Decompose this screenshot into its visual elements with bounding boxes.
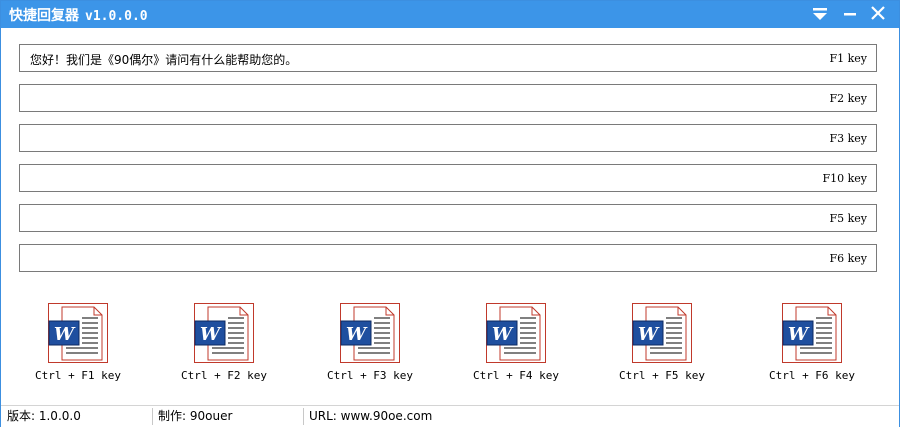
status-author: 制作: 90ouer [158, 409, 233, 423]
minimize-button[interactable] [839, 4, 861, 24]
svg-text:W: W [346, 324, 368, 345]
word-document-icon: W [486, 303, 546, 363]
svg-text:W: W [492, 324, 514, 345]
dropdown-menu-icon [813, 8, 827, 20]
svg-text:W: W [788, 324, 810, 345]
reply-field-f10[interactable]: F10 key [19, 164, 877, 192]
hotkey-label: F10 key [822, 172, 867, 185]
svg-text:W: W [200, 324, 222, 345]
reply-field-f6[interactable]: F6 key [19, 244, 877, 272]
svg-text:W: W [638, 324, 660, 345]
word-document-icon: W [340, 303, 400, 363]
app-version: v1.0.0.0 [85, 9, 148, 24]
status-divider [152, 408, 153, 425]
shortcut-ctrl-f3[interactable]: W Ctrl + F3 key [320, 301, 420, 391]
svg-text:W: W [54, 324, 76, 345]
reply-field-f2[interactable]: F2 key [19, 84, 877, 112]
status-version: 版本: 1.0.0.0 [7, 409, 81, 423]
window-title: 快捷回复器 v1.0.0.0 [9, 5, 148, 25]
reply-field-f5[interactable]: F5 key [19, 204, 877, 232]
reply-text: 您好！我们是《90偶尔》请问有什么能帮助您的。 [30, 53, 298, 67]
status-url[interactable]: URL: www.90oe.com [309, 406, 432, 427]
close-icon [871, 6, 885, 20]
status-divider [303, 408, 304, 425]
shortcut-label: Ctrl + F3 key [326, 369, 414, 382]
app-window: 快捷回复器 v1.0.0.0 您好！我们是《90偶尔》请问有什么能帮助您的。 F1… [0, 0, 900, 427]
shortcut-label: Ctrl + F1 key [34, 369, 122, 382]
hotkey-label: F1 key [829, 52, 867, 65]
word-document-icon: W [194, 303, 254, 363]
reply-field-f3[interactable]: F3 key [19, 124, 877, 152]
title-bar[interactable]: 快捷回复器 v1.0.0.0 [1, 1, 899, 28]
shortcut-label: Ctrl + F2 key [180, 369, 268, 382]
shortcut-ctrl-f5[interactable]: W Ctrl + F5 key [612, 301, 712, 391]
hotkey-label: F3 key [829, 132, 867, 145]
shortcut-label: Ctrl + F4 key [472, 369, 560, 382]
close-button[interactable] [867, 4, 889, 24]
hotkey-label: F6 key [829, 252, 867, 265]
shortcut-ctrl-f1[interactable]: W Ctrl + F1 key [28, 301, 128, 391]
word-document-icon: W [782, 303, 842, 363]
dropdown-menu-button[interactable] [809, 4, 831, 24]
status-bar: 版本: 1.0.0.0 制作: 90ouer URL: www.90oe.com [1, 405, 899, 427]
shortcut-label: Ctrl + F6 key [768, 369, 856, 382]
minimize-icon [844, 13, 856, 16]
reply-field-f1[interactable]: 您好！我们是《90偶尔》请问有什么能帮助您的。 F1 key [19, 44, 877, 72]
word-document-icon: W [632, 303, 692, 363]
hotkey-label: F5 key [829, 212, 867, 225]
shortcut-label: Ctrl + F5 key [618, 369, 706, 382]
shortcut-ctrl-f4[interactable]: W Ctrl + F4 key [466, 301, 566, 391]
word-document-icon: W [48, 303, 108, 363]
shortcut-ctrl-f6[interactable]: W Ctrl + F6 key [762, 301, 862, 391]
shortcut-ctrl-f2[interactable]: W Ctrl + F2 key [174, 301, 274, 391]
hotkey-label: F2 key [829, 92, 867, 105]
app-name: 快捷回复器 [9, 8, 79, 24]
